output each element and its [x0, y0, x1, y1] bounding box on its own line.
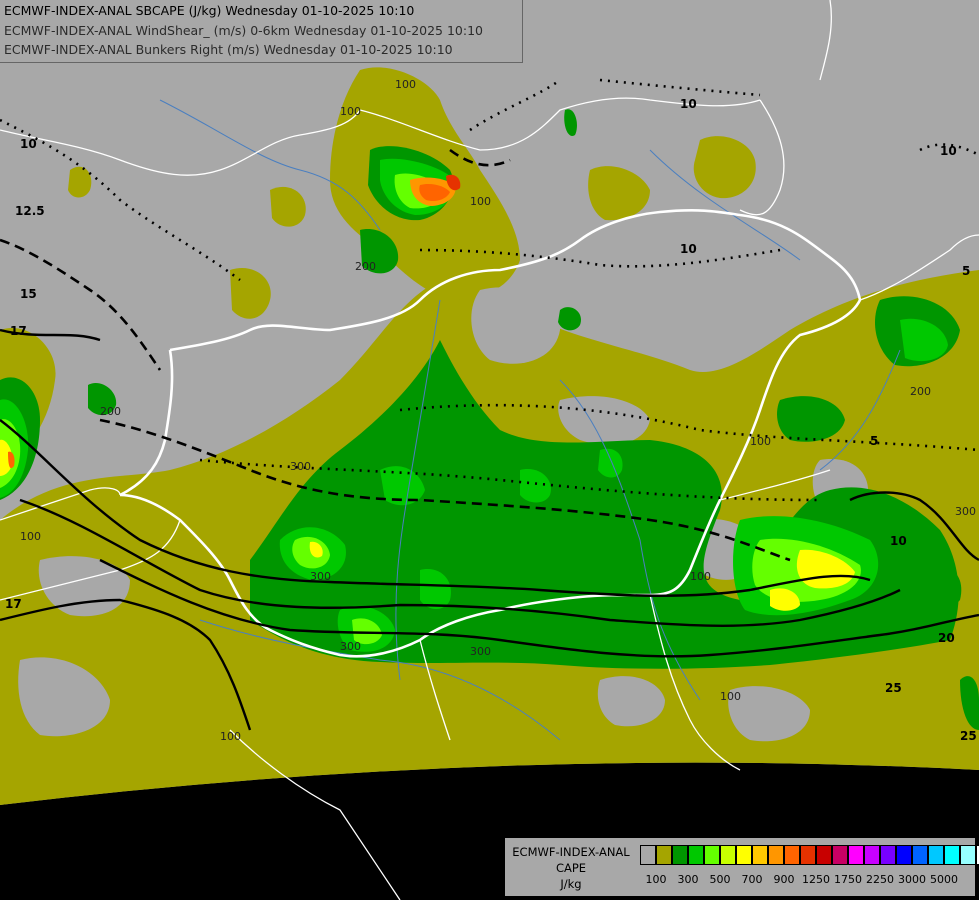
legend-source: ECMWF-INDEX-ANAL — [512, 845, 630, 859]
label-cape-100b: 100 — [340, 105, 361, 118]
label-cape-100a: 100 — [395, 78, 416, 91]
legend-swatch — [864, 845, 880, 865]
label-shear-17a: 17 — [10, 324, 27, 338]
title-windshear: ECMWF-INDEX-ANAL WindShear_ (m/s) 0-6km … — [4, 23, 483, 38]
legend-swatch — [800, 845, 816, 865]
map-title-box: ECMWF-INDEX-ANAL SBCAPE (J/kg) Wednesday… — [0, 0, 523, 63]
label-shear-5b: 5 — [962, 264, 970, 278]
legend-tick-label: 1750 — [834, 873, 862, 886]
legend-swatch — [880, 845, 896, 865]
label-shear-10a: 10 — [20, 137, 37, 151]
label-cape-300c: 300 — [340, 640, 361, 653]
label-shear-5a: 5 — [870, 434, 878, 448]
label-cape-300e: 300 — [955, 505, 976, 518]
label-cape-200c: 200 — [910, 385, 931, 398]
legend-swatch — [752, 845, 768, 865]
legend-swatch — [816, 845, 832, 865]
label-shear-20: 20 — [938, 631, 955, 645]
legend-swatch — [688, 845, 704, 865]
label-cape-300b: 300 — [310, 570, 331, 583]
label-shear-10c: 10 — [940, 144, 957, 158]
legend-swatch — [640, 845, 656, 865]
label-shear-17b: 17 — [5, 597, 22, 611]
legend-swatch — [960, 845, 976, 865]
legend-swatch — [736, 845, 752, 865]
legend-swatch — [768, 845, 784, 865]
label-shear-12-5: 12.5 — [15, 204, 45, 218]
legend-swatch — [672, 845, 688, 865]
label-shear-10d: 10 — [680, 242, 697, 256]
legend-tick-label: 500 — [709, 873, 731, 886]
legend-swatch — [832, 845, 848, 865]
legend-tick-label: 900 — [773, 873, 795, 886]
legend-tick-label: 2250 — [866, 873, 894, 886]
label-cape-100f: 100 — [750, 435, 771, 448]
legend-swatch — [704, 845, 720, 865]
legend-parameter: CAPE — [555, 861, 587, 875]
legend-swatch — [848, 845, 864, 865]
legend-swatch — [656, 845, 672, 865]
legend-swatch — [720, 845, 736, 865]
legend-tick-label: 300 — [677, 873, 699, 886]
label-cape-200a: 200 — [355, 260, 376, 273]
cape-legend: ECMWF-INDEX-ANAL CAPE J/kg 100 300 500 700 9… — [505, 838, 979, 896]
legend-tick-label: 100 — [645, 873, 667, 886]
label-cape-100g: 100 — [690, 570, 711, 583]
label-cape-200b: 200 — [100, 405, 121, 418]
label-shear-10e: 10 — [890, 534, 907, 548]
label-cape-100e: 100 — [720, 690, 741, 703]
label-cape-300d: 300 — [470, 645, 491, 658]
label-shear-10b: 10 — [680, 97, 697, 111]
legend-swatch — [784, 845, 800, 865]
title-sbcape: ECMWF-INDEX-ANAL SBCAPE (J/kg) Wednesday… — [4, 3, 415, 18]
legend-tick-label: 3000 — [898, 873, 926, 886]
weather-map: 100 100 200 100 300 300 300 300 200 100 … — [0, 0, 979, 900]
title-bunkers: ECMWF-INDEX-ANAL Bunkers Right (m/s) Wed… — [4, 42, 453, 57]
legend-swatch — [896, 845, 912, 865]
legend-swatch — [944, 845, 960, 865]
legend-tick-label: 5000 — [930, 873, 958, 886]
label-shear-15: 15 — [20, 287, 37, 301]
label-shear-25b: 25 — [960, 729, 977, 743]
label-shear-25a: 25 — [885, 681, 902, 695]
legend-unit: J/kg — [560, 877, 582, 891]
legend-swatches — [640, 845, 979, 865]
legend-swatch — [912, 845, 928, 865]
legend-tick-label: 700 — [741, 873, 763, 886]
label-cape-100c: 100 — [470, 195, 491, 208]
label-cape-100d: 100 — [20, 530, 41, 543]
legend-tick-label: 1250 — [802, 873, 830, 886]
label-cape-300a: 300 — [290, 460, 311, 473]
legend-swatch — [928, 845, 944, 865]
label-cape-100h: 100 — [220, 730, 241, 743]
